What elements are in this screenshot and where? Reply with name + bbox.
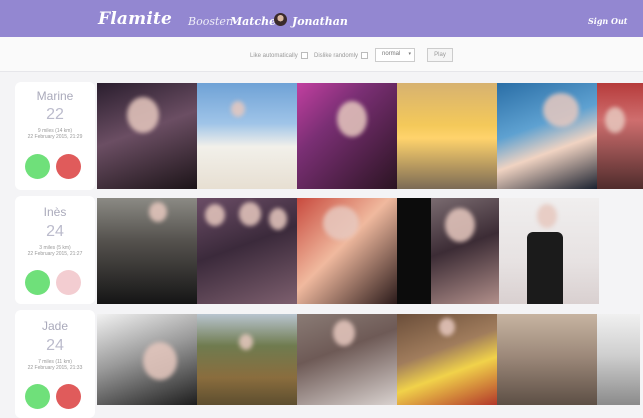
- profile-photo[interactable]: [597, 314, 640, 405]
- sign-out-link[interactable]: Sign Out: [588, 16, 628, 26]
- booster-controls: Like automatically Dislike randomly: [0, 37, 643, 72]
- profile-photo[interactable]: [499, 198, 599, 304]
- top-navigation-bar: Flamite Booster Matches Jonathan Sign Ou…: [0, 0, 643, 37]
- profile-name: Inès: [43, 205, 67, 219]
- dislike-randomly-option[interactable]: Dislike randomly: [314, 52, 369, 59]
- profile-date: 22 February 2015, 21:33: [27, 365, 83, 371]
- profile-age: 24: [46, 337, 64, 354]
- profile-age: 22: [46, 106, 64, 123]
- dislike-randomly-label: Dislike randomly: [314, 52, 359, 59]
- nope-button[interactable]: [56, 270, 81, 295]
- like-button[interactable]: [25, 154, 50, 179]
- profile-photo[interactable]: [597, 83, 643, 189]
- like-button[interactable]: [25, 270, 50, 295]
- like-automatically-option[interactable]: Like automatically: [250, 52, 308, 59]
- profile-age: 24: [46, 223, 64, 240]
- play-button[interactable]: Play: [427, 48, 453, 62]
- nope-button[interactable]: [56, 154, 81, 179]
- profile-photo[interactable]: [97, 314, 197, 405]
- app-logo[interactable]: Flamite: [98, 9, 172, 29]
- profile-photo[interactable]: [297, 314, 397, 405]
- profile-photo[interactable]: [197, 198, 297, 304]
- profile-photo[interactable]: [397, 314, 497, 405]
- profile-photo[interactable]: [431, 198, 499, 304]
- profile-photo[interactable]: [397, 83, 497, 189]
- user-avatar[interactable]: [274, 13, 287, 26]
- nav-user-profile[interactable]: Jonathan: [292, 15, 348, 28]
- photo-strip: [97, 314, 640, 405]
- profile-card: Marine 22 9 miles (14 km) 22 February 20…: [15, 82, 95, 190]
- profile-photo[interactable]: [497, 83, 597, 189]
- profile-photo[interactable]: [297, 198, 397, 304]
- speed-select-value: normal: [382, 51, 401, 57]
- profile-date: 22 February 2015, 21:27: [27, 251, 83, 257]
- profile-photo[interactable]: [297, 83, 397, 189]
- profile-photo[interactable]: [197, 314, 297, 405]
- photo-strip: [97, 198, 599, 304]
- nav-booster[interactable]: Booster: [188, 15, 231, 28]
- photo-strip: [97, 83, 643, 189]
- profile-photo[interactable]: [497, 314, 597, 405]
- profile-photo[interactable]: [197, 83, 297, 189]
- dislike-randomly-checkbox[interactable]: [361, 52, 369, 59]
- chevron-down-icon: ▾: [408, 51, 411, 57]
- speed-select[interactable]: normal ▾: [375, 48, 415, 62]
- profile-card: Inès 24 3 miles (5 km) 22 February 2015,…: [15, 196, 95, 304]
- profile-name: Jade: [41, 319, 69, 333]
- profile-card: Jade 24 7 miles (11 km) 22 February 2015…: [15, 310, 95, 418]
- nope-button[interactable]: [56, 384, 81, 409]
- like-automatically-checkbox[interactable]: [300, 52, 308, 59]
- profile-photo[interactable]: [397, 198, 431, 304]
- profile-name: Marine: [36, 89, 74, 103]
- like-automatically-label: Like automatically: [250, 52, 298, 59]
- profile-photo[interactable]: [97, 198, 197, 304]
- like-button[interactable]: [25, 384, 50, 409]
- profile-photo[interactable]: [97, 83, 197, 189]
- profile-date: 22 February 2015, 21:29: [27, 134, 83, 140]
